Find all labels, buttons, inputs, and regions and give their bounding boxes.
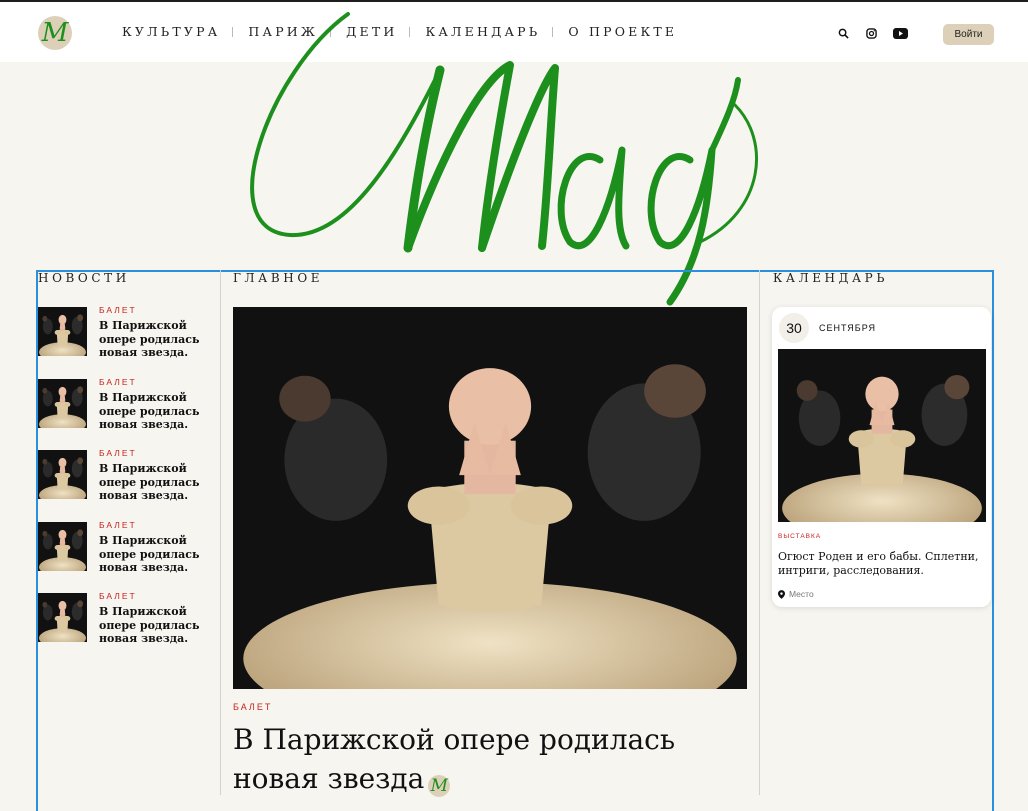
news-title: В Парижской опере родилась новая звезда.: [99, 391, 200, 431]
news-item[interactable]: БАЛЕТ В Парижской опере родилась новая з…: [38, 520, 213, 584]
news-thumbnail: [38, 522, 87, 571]
nav-item-kids[interactable]: ДЕТИ: [346, 24, 397, 39]
news-item[interactable]: БАЛЕТ В Парижской опере родилась новая з…: [38, 305, 213, 369]
event-image: [778, 349, 986, 522]
location-pin-icon: [778, 589, 785, 599]
search-icon[interactable]: [836, 26, 850, 40]
news-thumbnail: [38, 593, 87, 642]
nav-item-culture[interactable]: КУЛЬТУРА: [122, 24, 220, 39]
calendar-section-title: КАЛЕНДАРЬ: [773, 271, 889, 285]
column-divider: [220, 270, 221, 795]
login-button[interactable]: Войти: [943, 24, 994, 45]
instagram-icon[interactable]: [864, 26, 878, 40]
event-tag: ВЫСТАВКА: [778, 533, 822, 540]
news-title: В Парижской опере родилась новая звезда.: [99, 534, 200, 574]
main-article-tag: БАЛЕТ: [233, 702, 273, 712]
event-day: 30: [779, 313, 809, 343]
nav-item-calendar[interactable]: КАЛЕНДАРЬ: [425, 24, 540, 39]
news-item[interactable]: БАЛЕТ В Парижской опере родилась новая з…: [38, 448, 213, 512]
main-article-title[interactable]: В Парижской опере родилась новая звезда M: [233, 720, 703, 798]
logo-letter: M: [41, 18, 69, 48]
news-thumbnail: [38, 307, 87, 356]
news-item[interactable]: БАЛЕТ В Парижской опере родилась новая з…: [38, 591, 213, 655]
news-tag: БАЛЕТ: [99, 520, 137, 530]
news-section-title: НОВОСТИ: [38, 271, 130, 285]
main-article-image[interactable]: [233, 307, 747, 689]
news-tag: БАЛЕТ: [99, 305, 137, 315]
nav-divider: [552, 26, 554, 37]
news-tag: БАЛЕТ: [99, 448, 137, 458]
column-divider: [759, 270, 760, 795]
main-article-headline: В Парижской опере родилась новая звезда: [233, 723, 676, 795]
main-nav: КУЛЬТУРА ПАРИЖ ДЕТИ КАЛЕНДАРЬ О ПРОЕКТЕ: [122, 24, 677, 39]
nav-divider: [330, 26, 332, 37]
logo[interactable]: M: [38, 16, 72, 50]
news-thumbnail: [38, 379, 87, 428]
nav-item-paris[interactable]: ПАРИЖ: [248, 24, 318, 39]
main-section-title: ГЛАВНОЕ: [233, 271, 324, 285]
news-tag: БАЛЕТ: [99, 377, 137, 387]
nav-divider: [409, 26, 411, 37]
mini-logo-icon: M: [428, 775, 451, 797]
calendar-event-card[interactable]: 30 СЕНТЯБРЯ ВЫСТАВКА Огюст Роден и его б…: [772, 307, 991, 607]
event-title: Огюст Роден и его бабы. Сплетни, интриги…: [778, 550, 979, 577]
news-title: В Парижской опере родилась новая звезда.: [99, 319, 200, 359]
nav-item-about[interactable]: О ПРОЕКТЕ: [568, 24, 677, 39]
youtube-icon[interactable]: [892, 26, 908, 40]
header-icons: [836, 26, 908, 40]
event-month: СЕНТЯБРЯ: [819, 323, 877, 333]
top-bar: M КУЛЬТУРА ПАРИЖ ДЕТИ КАЛЕНДАРЬ О ПРОЕКТ…: [0, 0, 1028, 62]
event-place: Место: [778, 589, 814, 599]
news-item[interactable]: БАЛЕТ В Парижской опере родилась новая з…: [38, 377, 213, 441]
news-tag: БАЛЕТ: [99, 591, 137, 601]
nav-divider: [232, 26, 234, 37]
news-title: В Парижской опере родилась новая звезда.: [99, 605, 200, 645]
event-place-label: Место: [789, 589, 814, 599]
news-title: В Парижской опере родилась новая звезда.: [99, 462, 200, 502]
news-thumbnail: [38, 450, 87, 499]
